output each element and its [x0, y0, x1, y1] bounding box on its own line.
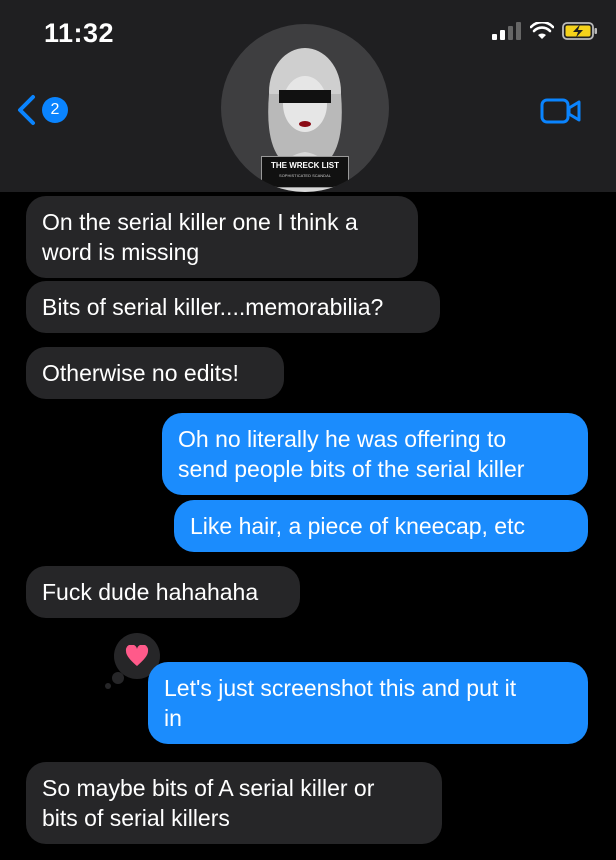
avatar-subtitle: SOPHISTICATED SCANDAL: [279, 173, 331, 178]
tapback-tail: [112, 672, 124, 684]
message-bubble-outgoing[interactable]: Oh no literally he was offering to send …: [162, 413, 588, 495]
facetime-button[interactable]: [540, 98, 582, 129]
tapback-tail: [105, 683, 111, 689]
status-time: 11:32: [44, 18, 115, 48]
message-bubble-incoming[interactable]: Otherwise no edits!: [26, 347, 284, 399]
message-bubble-incoming[interactable]: Fuck dude hahahaha: [26, 566, 300, 618]
status-icons: [492, 22, 598, 40]
message-bubble-incoming[interactable]: So maybe bits of A serial killer or bits…: [26, 762, 442, 844]
battery-charging-icon: [562, 22, 597, 40]
contact-avatar[interactable]: THE WRECK LIST SOPHISTICATED SCANDAL: [221, 24, 389, 192]
chevron-left-icon: [18, 95, 35, 125]
avatar-sign: THE WRECK LIST SOPHISTICATED SCANDAL: [261, 156, 349, 188]
message-bubble-incoming[interactable]: On the serial killer one I think a word …: [26, 196, 418, 278]
heart-icon: [125, 645, 149, 666]
message-bubble-outgoing[interactable]: Like hair, a piece of kneecap, etc: [174, 500, 588, 552]
back-button[interactable]: 2: [16, 94, 68, 126]
video-camera-icon: [540, 98, 581, 124]
signal-icon: [492, 22, 521, 40]
avatar-title: THE WRECK LIST: [271, 161, 339, 170]
conversation-header: 11:32 2 THE WRECK LIST SOPHISTICATED SCA…: [0, 0, 616, 192]
unread-badge: 2: [42, 97, 68, 123]
wifi-icon: [530, 22, 554, 39]
message-bubble-incoming[interactable]: Bits of serial killer....memorabilia?: [26, 281, 440, 333]
message-bubble-outgoing[interactable]: Let's just screenshot this and put it in: [148, 662, 588, 744]
